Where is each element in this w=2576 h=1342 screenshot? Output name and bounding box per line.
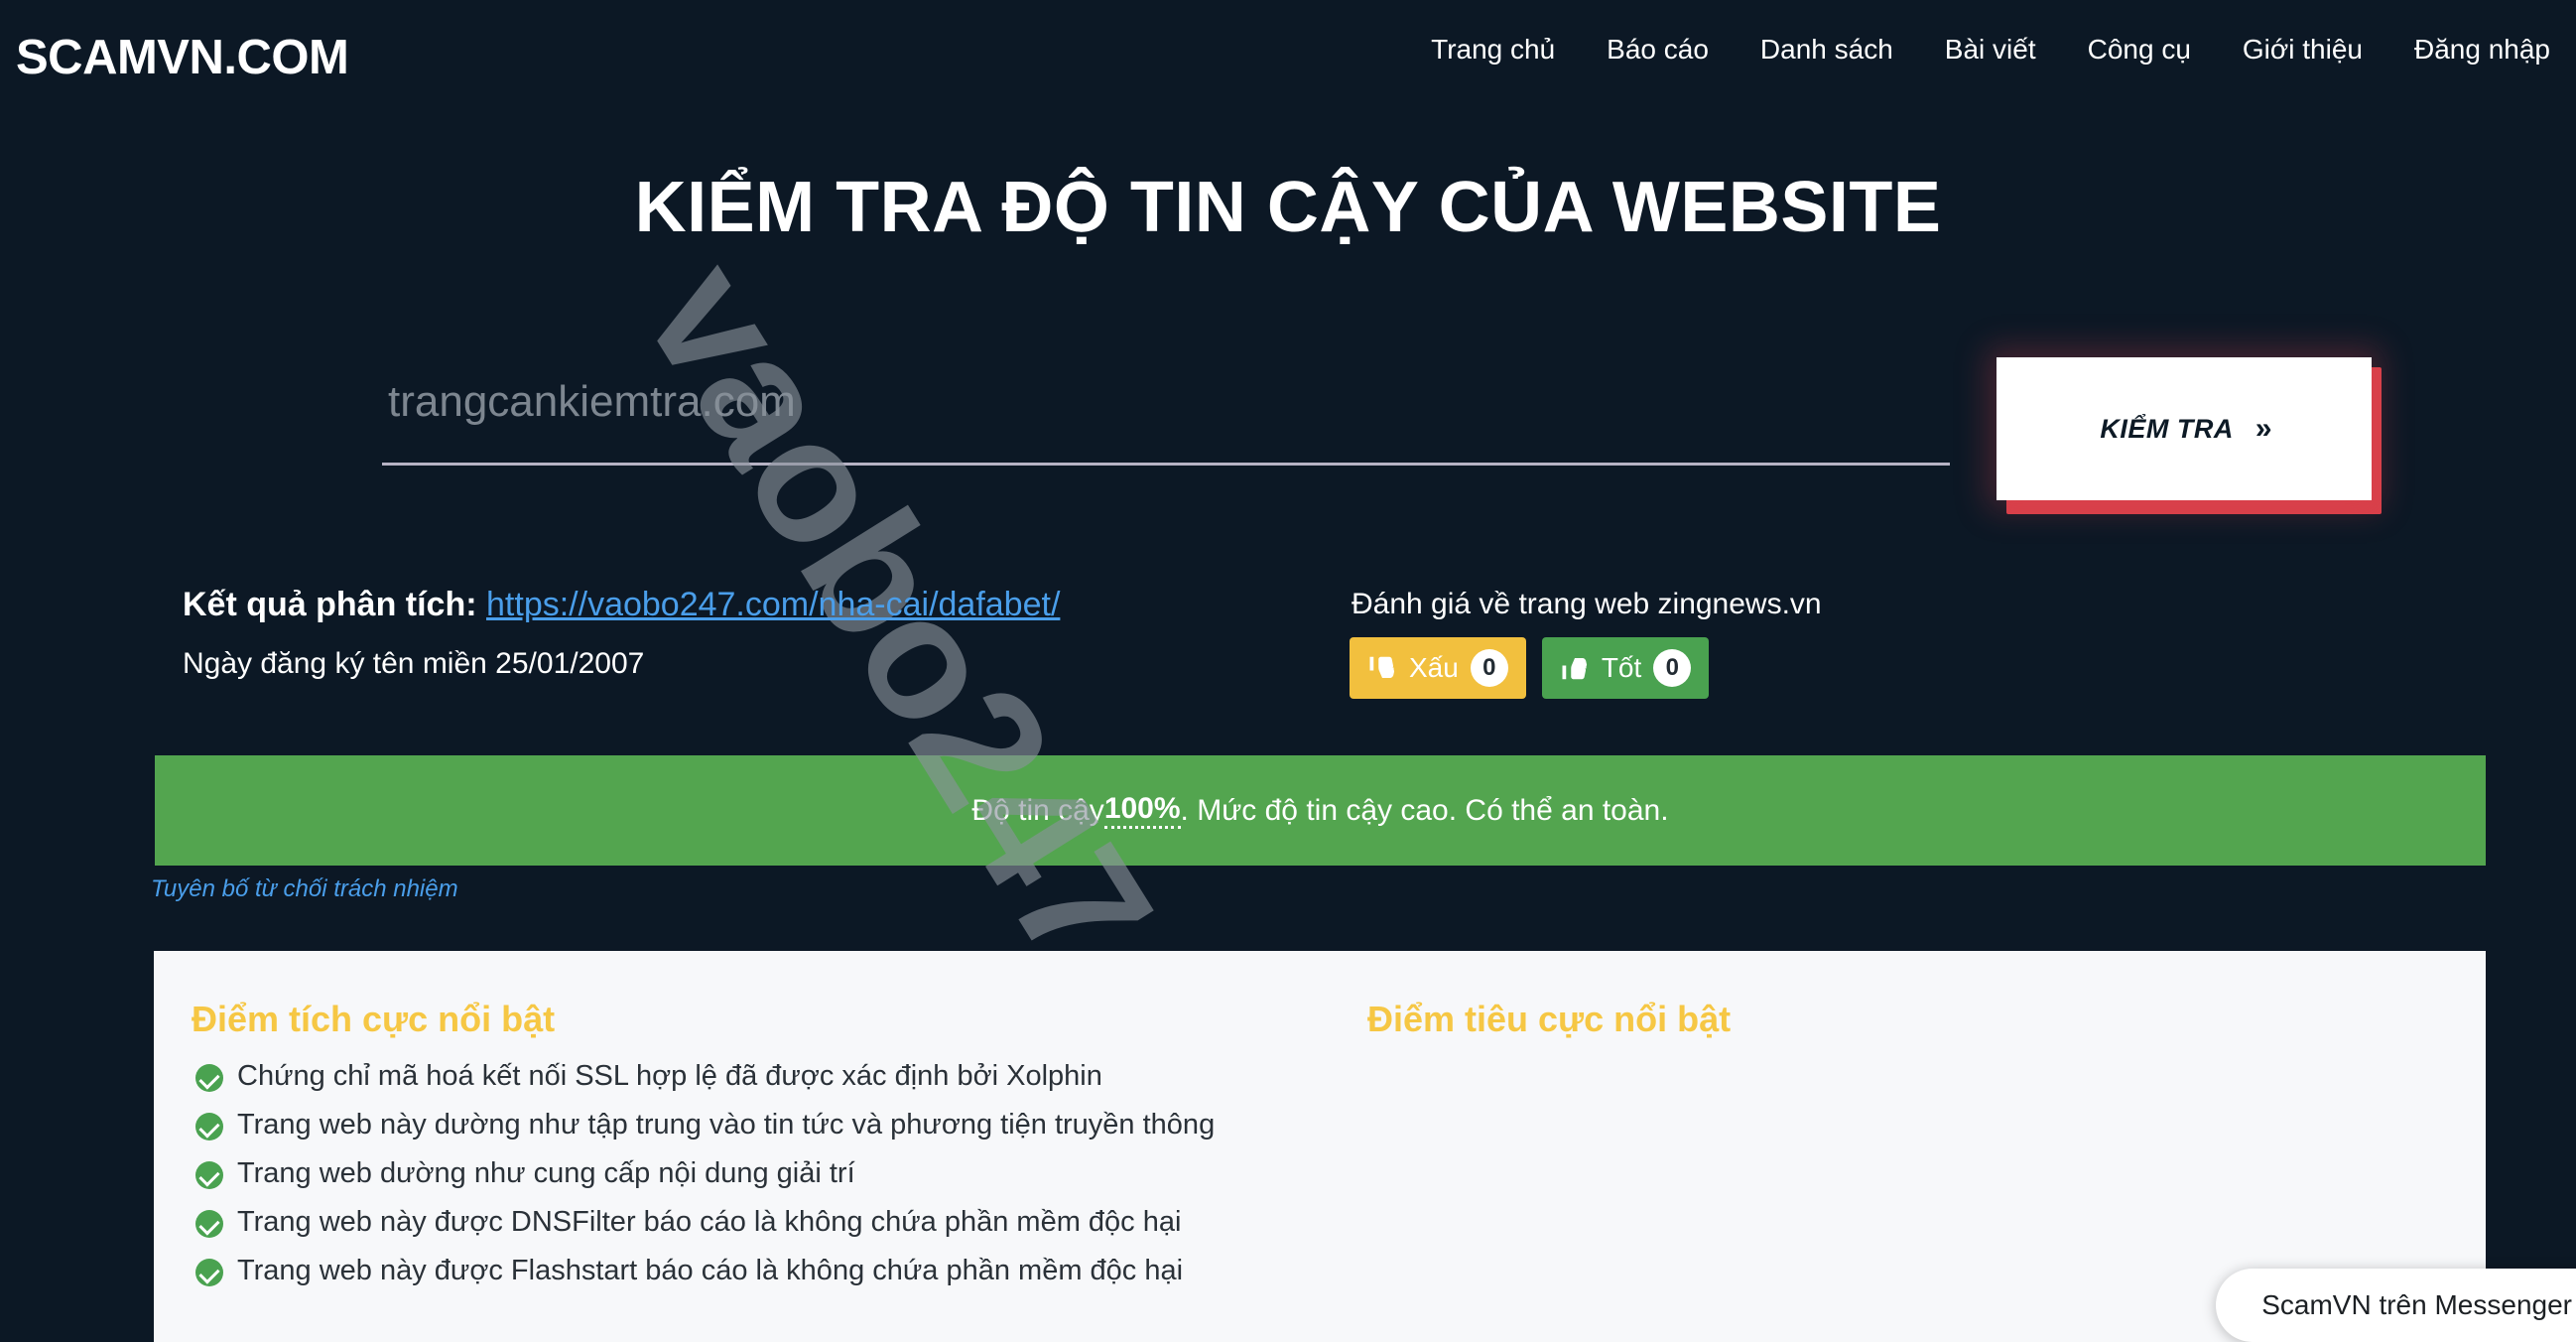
results-panel: Điểm tích cực nổi bật Chứng chỉ mã hoá k… bbox=[154, 951, 2486, 1342]
messenger-widget[interactable]: ScamVN trên Messenger bbox=[2216, 1269, 2576, 1342]
thumbs-up-icon bbox=[1560, 653, 1590, 683]
list-item: Trang web này được DNSFilter báo cáo là … bbox=[195, 1208, 1325, 1238]
trust-score-bar: Độ tin cậy 100%. Mức độ tin cậy cao. Có … bbox=[155, 755, 2486, 866]
check-button[interactable]: KIỂM TRA » bbox=[1996, 357, 2372, 500]
check-button-label: KIỂM TRA bbox=[2100, 413, 2234, 444]
nav-item-gioi-thieu[interactable]: Giới thiệu bbox=[2243, 36, 2363, 64]
vote-bad-count: 0 bbox=[1470, 649, 1508, 687]
check-circle-icon bbox=[195, 1113, 223, 1141]
list-item-label: Trang web này được DNSFilter báo cáo là … bbox=[237, 1206, 1182, 1238]
nav-item-danh-sach[interactable]: Danh sách bbox=[1760, 36, 1893, 64]
page-title: KIỂM TRA ĐỘ TIN CẬY CỦA WEBSITE bbox=[634, 168, 1942, 247]
rating-section-title: Đánh giá về trang web zingnews.vn bbox=[1352, 588, 1822, 620]
thumbs-down-icon bbox=[1367, 653, 1397, 683]
nav-item-bao-cao[interactable]: Báo cáo bbox=[1607, 36, 1709, 64]
analysis-result-line: Kết quả phân tích: https://vaobo247.com/… bbox=[183, 586, 1060, 624]
trust-score: 100% bbox=[1103, 792, 1181, 829]
check-circle-icon bbox=[195, 1064, 223, 1092]
check-circle-icon bbox=[195, 1210, 223, 1238]
list-item-label: Trang web này dường như tập trung vào ti… bbox=[237, 1109, 1216, 1141]
nav-item-trang-chu[interactable]: Trang chủ bbox=[1431, 36, 1555, 64]
list-item-label: Chứng chỉ mã hoá kết nối SSL hợp lệ đã đ… bbox=[237, 1060, 1102, 1092]
analysis-result-url[interactable]: https://vaobo247.com/nha-cai/dafabet/ bbox=[486, 586, 1060, 623]
page-root: vaobo247.com SCAMVN.COM Trang chủ Báo cá… bbox=[0, 0, 2576, 1342]
search-area bbox=[382, 377, 1950, 466]
trust-suffix: . Mức độ tin cậy cao. Có thể an toàn. bbox=[1180, 793, 1669, 827]
list-item: Trang web dường như cung cấp nội dung gi… bbox=[195, 1159, 1325, 1189]
vote-good-count: 0 bbox=[1653, 649, 1692, 687]
positive-points-list: Chứng chỉ mã hoá kết nối SSL hợp lệ đã đ… bbox=[154, 1040, 1325, 1286]
nav-item-bai-viet[interactable]: Bài viết bbox=[1945, 36, 2036, 64]
list-item: Chứng chỉ mã hoá kết nối SSL hợp lệ đã đ… bbox=[195, 1062, 1325, 1092]
vote-bad-button[interactable]: Xấu 0 bbox=[1350, 637, 1526, 699]
negative-points-list bbox=[1330, 1040, 2486, 1062]
chevron-double-right-icon: » bbox=[2254, 412, 2272, 445]
domain-registration-date: Ngày đăng ký tên miền 25/01/2007 bbox=[183, 647, 645, 680]
disclaimer-link[interactable]: Tuyên bố từ chối trách nhiệm bbox=[151, 875, 458, 903]
list-item-label: Trang web này được Flashstart báo cáo là… bbox=[237, 1255, 1184, 1286]
nav-item-cong-cu[interactable]: Công cụ bbox=[2088, 36, 2191, 64]
main-navigation: Trang chủ Báo cáo Danh sách Bài viết Côn… bbox=[1431, 36, 2550, 64]
vote-bad-label: Xấu bbox=[1409, 652, 1459, 683]
messenger-label: ScamVN trên Messenger bbox=[2261, 1289, 2572, 1320]
negative-column-title: Điểm tiêu cực nổi bật bbox=[1367, 999, 1732, 1039]
list-item: Trang web này được Flashstart báo cáo là… bbox=[195, 1257, 1325, 1286]
negative-column: Điểm tiêu cực nổi bật bbox=[1330, 951, 2486, 1062]
list-item: Trang web này dường như tập trung vào ti… bbox=[195, 1111, 1325, 1141]
trust-prefix: Độ tin cậy bbox=[971, 793, 1104, 827]
vote-good-button[interactable]: Tốt 0 bbox=[1541, 637, 1710, 699]
search-input[interactable] bbox=[382, 377, 1950, 466]
site-logo[interactable]: SCAMVN.COM bbox=[16, 34, 349, 82]
site-header: SCAMVN.COM Trang chủ Báo cáo Danh sách B… bbox=[0, 0, 2576, 91]
check-circle-icon bbox=[195, 1259, 223, 1286]
nav-item-dang-nhap[interactable]: Đăng nhập bbox=[2414, 36, 2550, 64]
analysis-result-label: Kết quả phân tích: bbox=[183, 586, 477, 623]
positive-column-title: Điểm tích cực nổi bật bbox=[192, 999, 556, 1039]
positive-column: Điểm tích cực nổi bật Chứng chỉ mã hoá k… bbox=[154, 951, 1325, 1305]
list-item-label: Trang web dường như cung cấp nội dung gi… bbox=[237, 1157, 855, 1189]
vote-buttons: Xấu 0 Tốt 0 bbox=[1350, 637, 1710, 699]
check-circle-icon bbox=[195, 1161, 223, 1189]
vote-good-label: Tốt bbox=[1601, 652, 1642, 683]
